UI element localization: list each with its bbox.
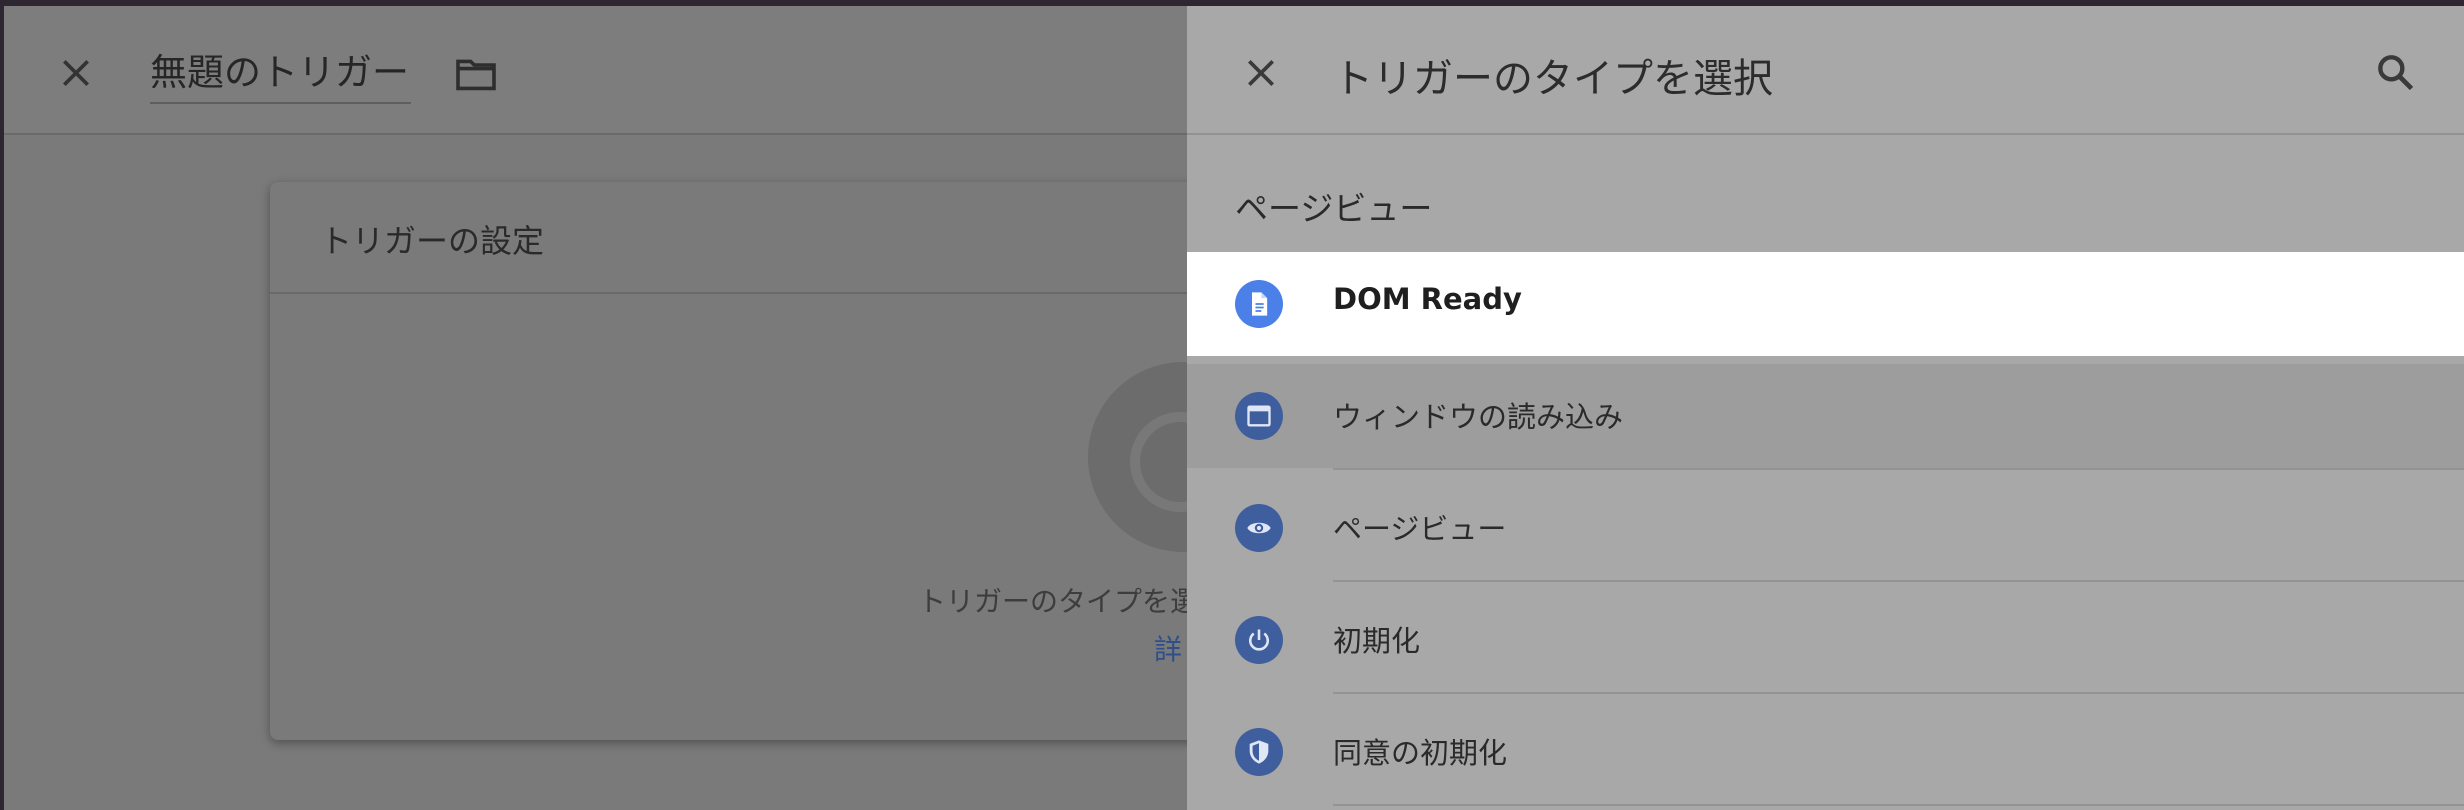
divider — [270, 292, 1270, 294]
power-icon — [1235, 616, 1283, 664]
trigger-item-dom-ready[interactable]: DOM Ready — [1187, 252, 2464, 356]
section-heading-pageview: ページビュー — [1235, 189, 1433, 228]
trigger-item-pageview[interactable]: ページビュー — [1187, 476, 2464, 582]
panel-header: トリガーのタイプを選択 — [1187, 6, 2464, 135]
trigger-config-card[interactable]: トリガーの設定 トリガーのタイプを選 詳 — [270, 182, 1278, 740]
choose-trigger-hint: トリガーのタイプを選 — [918, 585, 1199, 618]
divider — [1333, 468, 2464, 470]
editor-header: 無題のトリガー — [4, 6, 1187, 135]
panel-title: トリガーのタイプを選択 — [1333, 56, 1773, 102]
close-icon[interactable] — [1241, 53, 1281, 93]
document-icon — [1235, 280, 1283, 328]
trigger-item-label: 初期化 — [1333, 624, 1421, 658]
trigger-item-label: ウィンドウの読み込み — [1333, 400, 1624, 434]
close-icon[interactable] — [56, 53, 96, 93]
trigger-type-panel: トリガーのタイプを選択 ページビュー DOM Ready ウィンドウの読み込み … — [1187, 6, 2464, 810]
divider — [1333, 580, 2464, 582]
folder-icon[interactable] — [454, 56, 498, 92]
card-title: トリガーの設定 — [320, 222, 545, 260]
trigger-item-window-loaded[interactable]: ウィンドウの読み込み — [1187, 364, 2464, 470]
search-icon[interactable] — [2373, 50, 2417, 94]
shield-icon — [1235, 728, 1283, 776]
window-icon — [1235, 392, 1283, 440]
trigger-item-consent-initialization[interactable]: 同意の初期化 — [1187, 700, 2464, 806]
trigger-item-label: DOM Ready — [1333, 282, 1522, 316]
workspace-frame: 無題のトリガー トリガーの設定 トリガーのタイプを選 詳 トリガーのタイプを選択… — [4, 6, 2464, 810]
learn-more-link[interactable]: 詳 — [1154, 628, 1182, 668]
eye-icon — [1235, 504, 1283, 552]
trigger-item-label: 同意の初期化 — [1333, 736, 1508, 770]
trigger-item-initialization[interactable]: 初期化 — [1187, 588, 2464, 694]
trigger-name-input[interactable]: 無題のトリガー — [150, 44, 411, 104]
trigger-item-label: ページビュー — [1333, 512, 1507, 546]
divider — [1333, 804, 2464, 806]
divider — [1333, 692, 2464, 694]
